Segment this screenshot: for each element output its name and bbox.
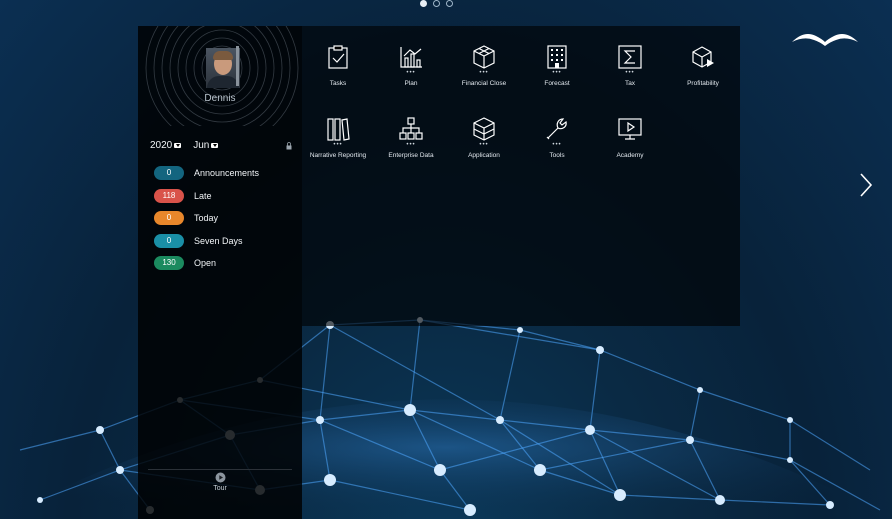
page-dot-1[interactable] [420, 0, 427, 7]
brand-logo-icon [792, 34, 858, 46]
tile-enterprise-data[interactable]: ••• Enterprise Data [376, 116, 446, 159]
status-label: Today [194, 213, 219, 224]
tile-label: Tasks [329, 80, 347, 87]
navigation-tiles-panel: Tasks ••• Plan ••• Financial Close ••• F… [302, 26, 740, 326]
year-selector[interactable]: 2020 [150, 140, 182, 151]
user-name: Dennis [204, 93, 236, 104]
status-today[interactable]: 0 Today [154, 207, 259, 230]
tile-financial-close[interactable]: ••• Financial Close [449, 44, 519, 87]
tile-label: Narrative Reporting [309, 152, 367, 159]
wrench-icon [546, 118, 567, 140]
cube-icon [473, 117, 495, 141]
clipboard-check-icon [328, 45, 348, 69]
tile-tasks[interactable]: Tasks [303, 44, 373, 87]
tile-application[interactable]: ••• Application [449, 116, 519, 159]
tile-label: Forecast [544, 80, 570, 87]
books-icon [327, 118, 350, 141]
tile-menu-indicator[interactable]: ••• [595, 70, 665, 78]
status-list: 0 Announcements 118 Late 0 Today 0 Seven… [154, 162, 259, 275]
tile-profitability[interactable]: Profitability [668, 44, 738, 87]
tile-label: Tools [549, 152, 565, 159]
tile-spacer [595, 142, 665, 150]
status-announcements[interactable]: 0 Announcements [154, 162, 259, 185]
year-value: 2020 [150, 140, 173, 151]
tile-label: Profitability [687, 80, 719, 87]
status-badge: 130 [154, 256, 184, 271]
tile-menu-indicator[interactable]: ••• [449, 142, 519, 150]
status-badge: 118 [154, 188, 184, 203]
tile-academy[interactable]: Academy [595, 116, 665, 159]
tile-label: Financial Close [461, 80, 507, 87]
tour-button[interactable]: Tour [138, 472, 302, 492]
tile-menu-indicator[interactable]: ••• [376, 142, 446, 150]
caret-down-icon [174, 143, 182, 148]
tile-menu-indicator[interactable]: ••• [303, 142, 373, 150]
tile-label: Application [468, 152, 500, 159]
status-label: Announcements [194, 168, 260, 179]
status-badge: 0 [154, 166, 184, 181]
avatar[interactable] [206, 48, 240, 88]
status-seven-days[interactable]: 0 Seven Days [154, 230, 259, 253]
status-badge: 0 [154, 211, 184, 226]
tile-menu-indicator[interactable]: ••• [522, 142, 592, 150]
page-dot-3[interactable] [446, 0, 453, 7]
status-label: Seven Days [194, 235, 243, 246]
tile-narrative-reporting[interactable]: ••• Narrative Reporting [303, 116, 373, 159]
bar-chart-icon [400, 47, 422, 68]
status-open[interactable]: 130 Open [154, 252, 259, 275]
month-selector[interactable]: Jun [193, 140, 219, 151]
tile-forecast[interactable]: ••• Forecast [522, 44, 592, 87]
lock-icon[interactable] [286, 141, 292, 150]
tile-menu-indicator[interactable]: ••• [449, 70, 519, 78]
tour-label: Tour [213, 485, 227, 492]
divider [148, 469, 292, 470]
tile-label: Academy [616, 152, 644, 159]
tile-label: Tax [624, 80, 636, 87]
tile-tools[interactable]: ••• Tools [522, 116, 592, 159]
network-globe-background [0, 317, 892, 519]
tile-menu-indicator[interactable]: ••• [522, 70, 592, 78]
hierarchy-icon [399, 117, 423, 140]
tile-spacer [668, 70, 738, 78]
chevron-right-icon[interactable] [856, 170, 876, 200]
cube-icon [473, 45, 495, 69]
period-selector-row: 2020 Jun [150, 140, 292, 151]
tile-spacer [303, 70, 373, 78]
sigma-icon [618, 45, 642, 69]
tile-tax[interactable]: ••• Tax [595, 44, 665, 87]
tile-label: Enterprise Data [388, 152, 434, 159]
monitor-play-icon [618, 118, 642, 140]
building-icon [547, 45, 567, 69]
caret-down-icon [211, 143, 219, 148]
user-sidebar: Dennis 2020 Jun 0 Announcements 118 Late… [138, 26, 302, 519]
page-indicator [420, 0, 453, 7]
month-value: Jun [193, 140, 210, 151]
cube-arrow-icon [692, 46, 714, 68]
tile-menu-indicator[interactable]: ••• [376, 70, 446, 78]
status-label: Open [194, 258, 217, 269]
status-badge: 0 [154, 233, 184, 248]
page-dot-2[interactable] [433, 0, 440, 7]
tile-label: Plan [404, 80, 418, 87]
status-late[interactable]: 118 Late [154, 185, 259, 208]
avatar-scroll-bar [236, 46, 239, 86]
status-label: Late [194, 190, 212, 201]
tile-plan[interactable]: ••• Plan [376, 44, 446, 87]
play-circle-icon [215, 472, 225, 483]
